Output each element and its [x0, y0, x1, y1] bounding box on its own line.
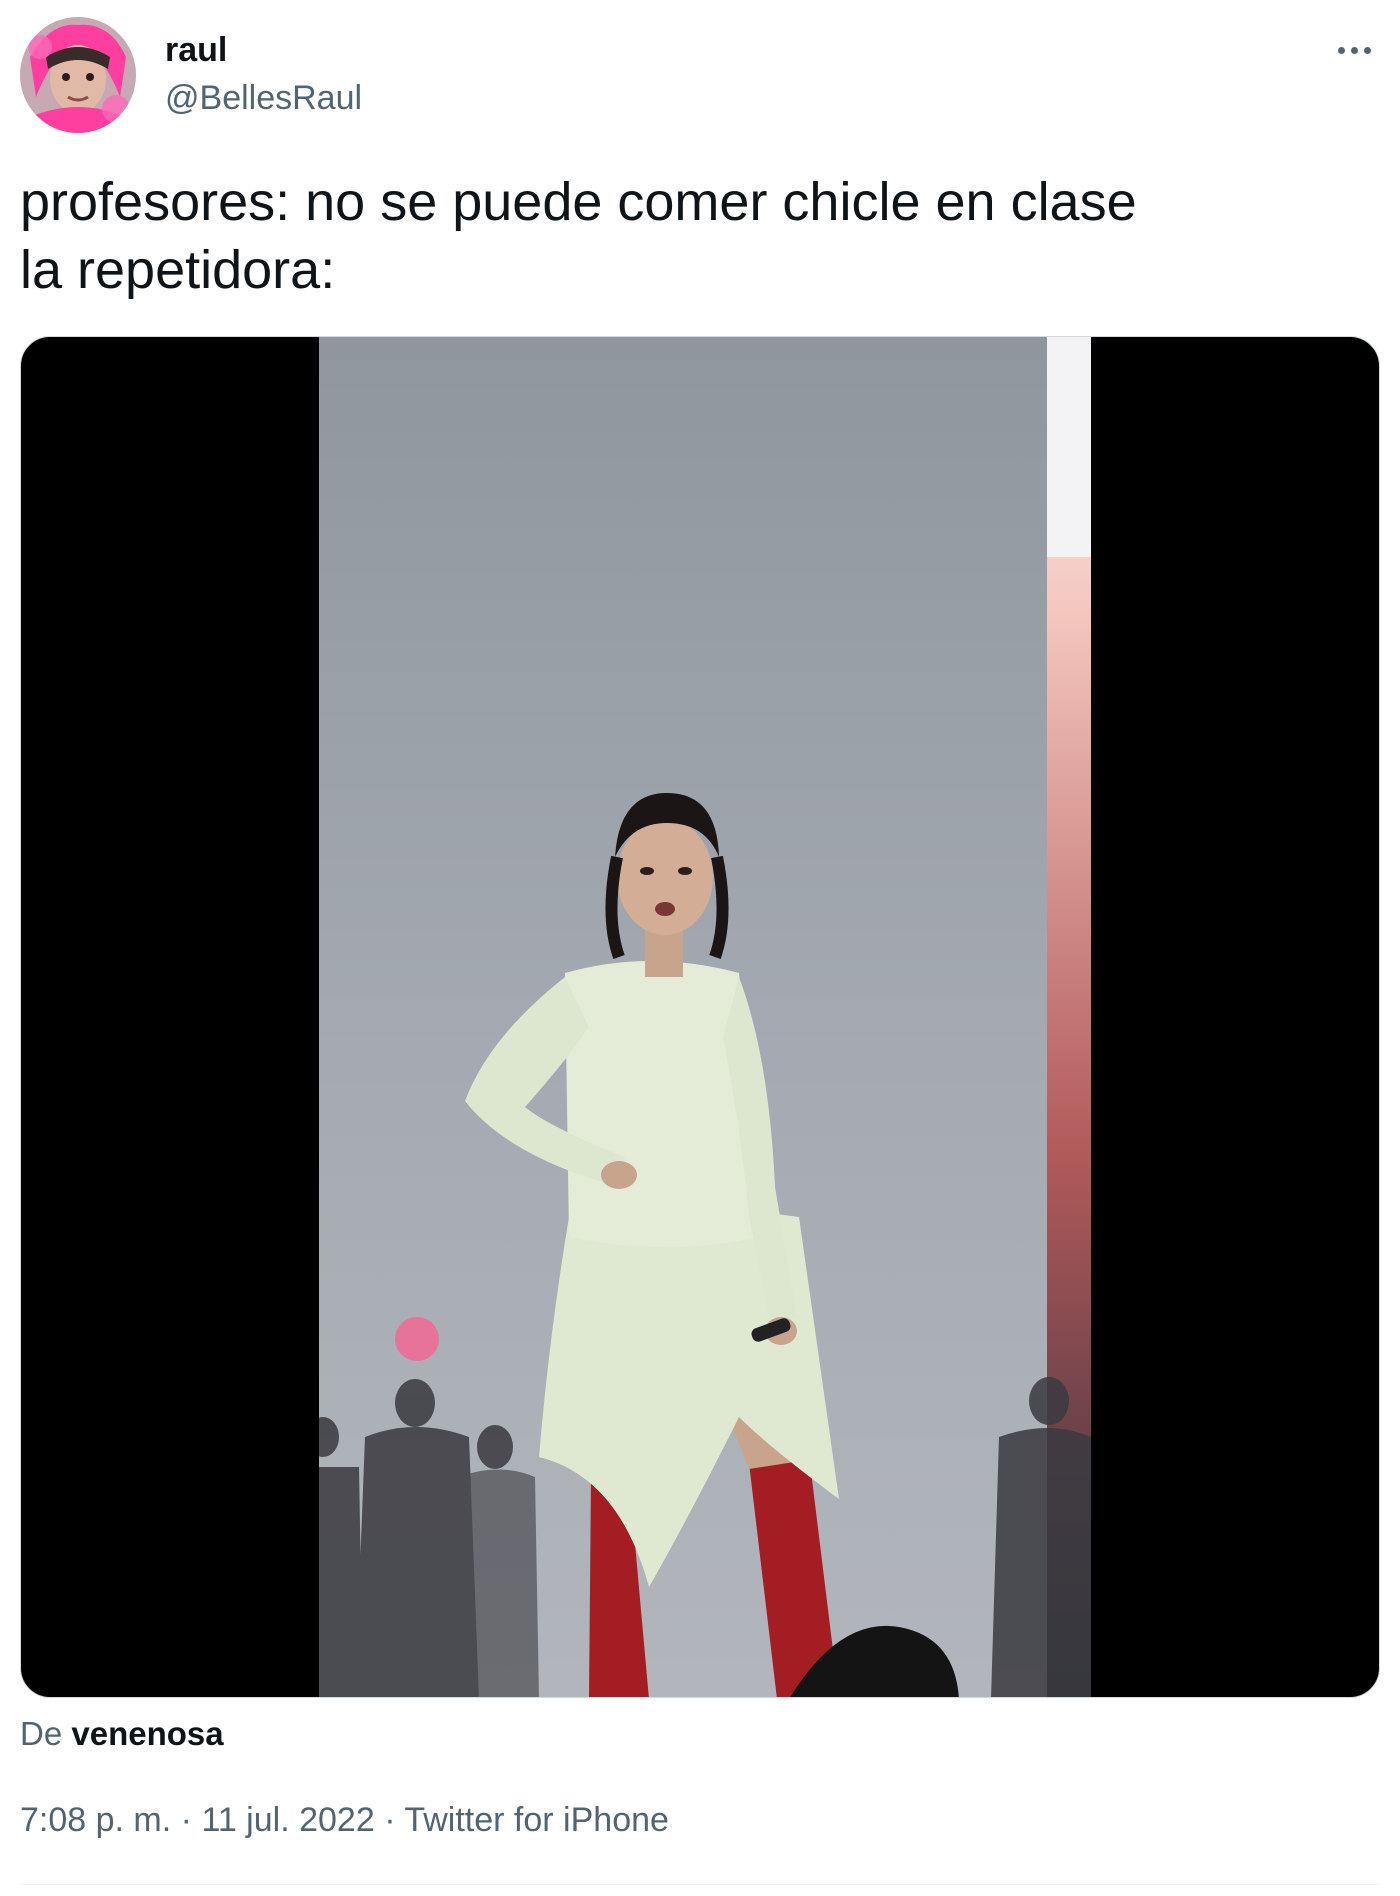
attribution-prefix: De [20, 1715, 63, 1752]
meta-separator: · [180, 1801, 192, 1839]
user-handle[interactable]: @BellesRaul [165, 78, 362, 118]
tweet-text-line: la repetidora: [20, 240, 336, 300]
tweet-text-line: profesores: no se puede comer chicle en … [20, 172, 1137, 232]
video-player[interactable] [20, 336, 1380, 1698]
profile-photo-icon [20, 17, 136, 133]
concert-video-thumbnail-icon [319, 337, 1091, 1697]
tweet-time[interactable]: 7:08 p. m. [20, 1801, 171, 1839]
video-attribution: De venenosa [20, 1714, 224, 1754]
more-options-button[interactable] [1326, 30, 1382, 70]
tweet-date[interactable]: 11 jul. 2022 [201, 1801, 374, 1839]
tweet-card: raul @BellesRaul profesores: no se puede… [0, 0, 1400, 1896]
tweet-source[interactable]: Twitter for iPhone [404, 1801, 669, 1839]
tweet-metadata: 7:08 p. m. · 11 jul. 2022 · Twitter for … [20, 1800, 669, 1840]
avatar[interactable] [20, 17, 136, 133]
ellipsis-icon [1337, 46, 1371, 54]
meta-separator: · [384, 1801, 396, 1839]
divider [20, 1884, 1380, 1885]
display-name[interactable]: raul [165, 30, 227, 70]
attribution-author[interactable]: venenosa [71, 1715, 223, 1752]
tweet-text: profesores: no se puede comer chicle en … [20, 168, 1380, 304]
video-frame [319, 337, 1091, 1697]
